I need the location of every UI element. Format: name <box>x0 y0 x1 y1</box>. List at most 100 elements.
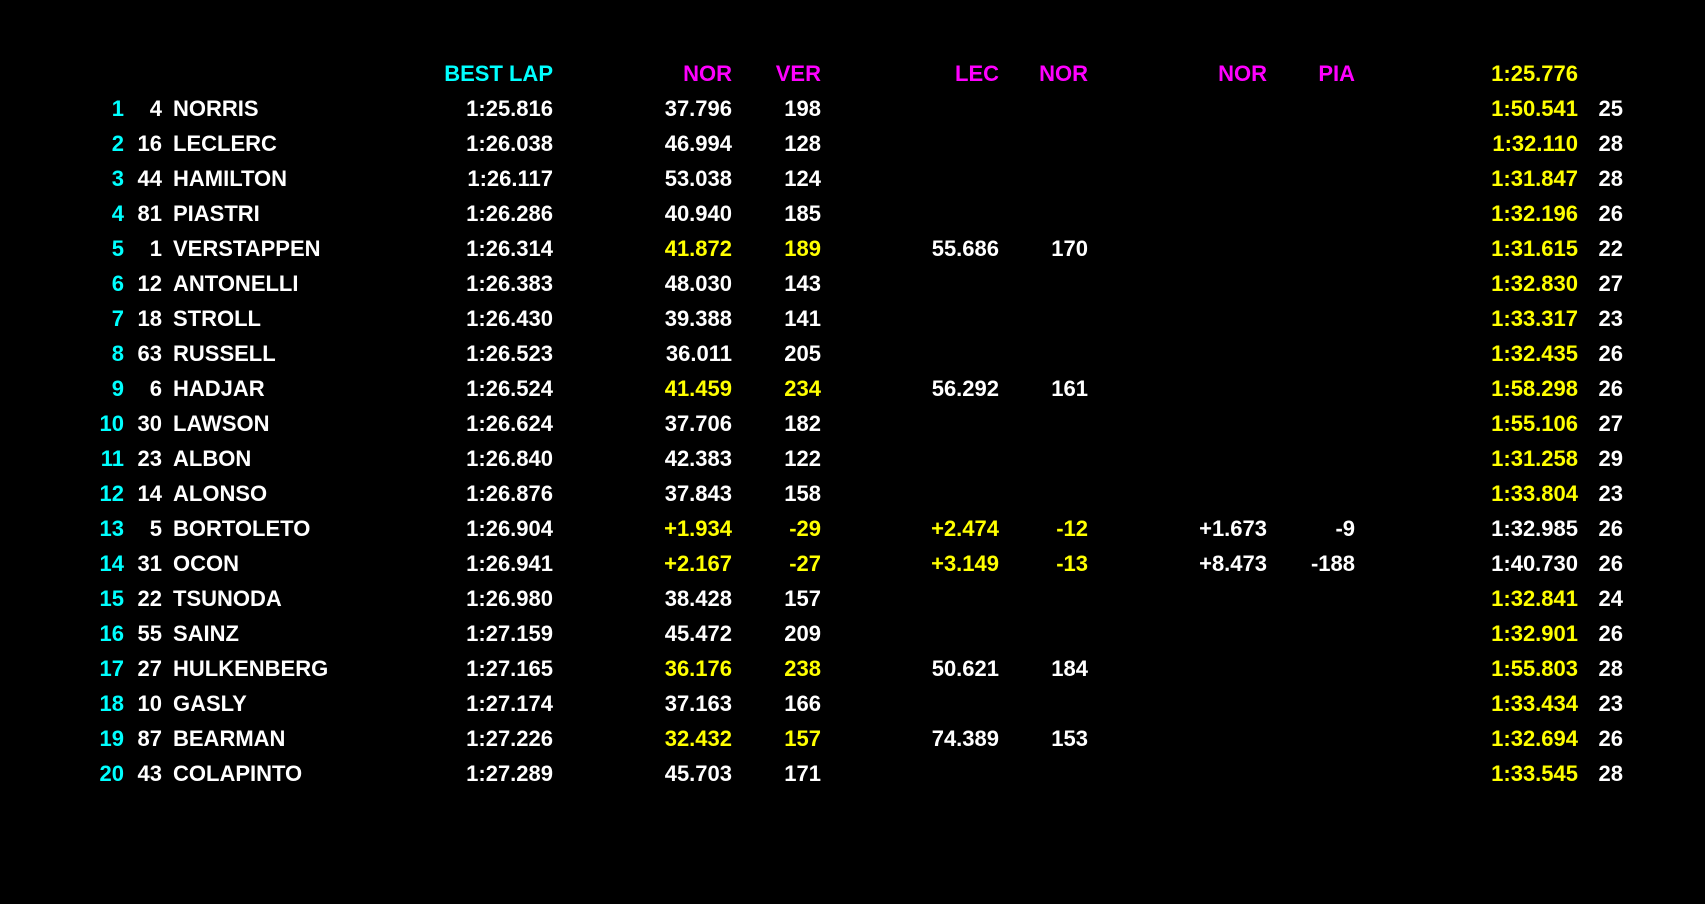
col3-value <box>860 301 999 336</box>
col3-value: +3.149 <box>931 551 999 576</box>
best-lap-time: 1:27.165 <box>466 656 553 681</box>
table-row: 17 27 HULKENBERG 1:27.165 36.176 238 50.621 184… <box>0 651 1705 686</box>
table-row: 11 23 ALBON 1:26.840 42.383 122 1:31.258 29 <box>0 441 1705 476</box>
position: 7 <box>111 306 124 331</box>
col3-value: 74.389 <box>931 726 999 751</box>
best-lap-time: 1:27.159 <box>466 621 553 646</box>
car-number: 81 <box>137 201 162 226</box>
col2-value: 158 <box>784 481 821 506</box>
col3-value <box>860 196 999 231</box>
col2-value: 141 <box>784 306 821 331</box>
col2-value: 189 <box>784 236 821 261</box>
col4-value: -13 <box>1056 551 1088 576</box>
col6-value <box>1280 161 1355 196</box>
col5-value <box>1130 756 1267 791</box>
lap-count: 22 <box>1598 236 1623 261</box>
col3-value <box>860 266 999 301</box>
col1-value: 45.703 <box>664 761 732 786</box>
lap-count: 28 <box>1598 761 1623 786</box>
car-number: 55 <box>137 621 162 646</box>
col1-value: 32.432 <box>664 726 732 751</box>
last-lap-time: 1:33.545 <box>1491 761 1578 786</box>
col1-value: 37.843 <box>664 481 732 506</box>
col3-value: 50.621 <box>931 656 999 681</box>
last-lap-time: 1:33.434 <box>1491 691 1578 716</box>
col2-value: 143 <box>784 271 821 296</box>
lap-count: 27 <box>1598 271 1623 296</box>
best-lap-time: 1:26.430 <box>466 306 553 331</box>
col5-value <box>1130 231 1267 266</box>
car-number: 30 <box>137 411 162 436</box>
car-number: 4 <box>149 96 162 121</box>
col3-value <box>860 336 999 371</box>
lap-count: 26 <box>1598 201 1623 226</box>
car-number: 63 <box>137 341 162 366</box>
col4-value <box>1010 126 1088 161</box>
col1-value: 40.940 <box>664 201 732 226</box>
position: 4 <box>111 201 124 226</box>
position: 8 <box>111 341 124 366</box>
last-lap-time: 1:31.847 <box>1491 166 1578 191</box>
lap-count: 26 <box>1598 621 1623 646</box>
position: 9 <box>111 376 124 401</box>
lap-count: 23 <box>1598 691 1623 716</box>
col4-value: 170 <box>1051 236 1088 261</box>
lap-count: 26 <box>1598 341 1623 366</box>
car-number: 16 <box>137 131 162 156</box>
col1-value: 41.872 <box>664 236 732 261</box>
col5-value <box>1130 161 1267 196</box>
car-number: 14 <box>137 481 162 506</box>
col5-value <box>1130 686 1267 721</box>
col5-value <box>1130 336 1267 371</box>
col3-value <box>860 476 999 511</box>
col4-value <box>1010 441 1088 476</box>
table-row: 9 6 HADJAR 1:26.524 41.459 234 56.292 161 1:58.2… <box>0 371 1705 406</box>
col4-value <box>1010 161 1088 196</box>
col1-value: 36.011 <box>665 341 732 366</box>
table-row: 2 16 LECLERC 1:26.038 46.994 128 1:32.110 28 <box>0 126 1705 161</box>
overall-best-lap: 1:25.776 <box>1491 61 1578 86</box>
lap-count: 23 <box>1598 481 1623 506</box>
last-lap-time: 1:50.541 <box>1491 96 1578 121</box>
col2-value: 128 <box>784 131 821 156</box>
last-lap-time: 1:32.841 <box>1491 586 1578 611</box>
last-lap-time: 1:32.830 <box>1491 271 1578 296</box>
col3-value <box>860 756 999 791</box>
best-lap-time: 1:26.286 <box>466 201 553 226</box>
lap-count: 28 <box>1598 131 1623 156</box>
col1-value: 48.030 <box>664 271 732 296</box>
car-number: 87 <box>137 726 162 751</box>
position: 6 <box>111 271 124 296</box>
col3-value <box>860 126 999 161</box>
best-lap-time: 1:25.816 <box>466 96 553 121</box>
car-number: 31 <box>137 551 162 576</box>
lap-count: 28 <box>1598 656 1623 681</box>
car-number: 18 <box>137 306 162 331</box>
col5-value <box>1130 91 1267 126</box>
table-row: 5 1 VERSTAPPEN 1:26.314 41.872 189 55.686 170 1:… <box>0 231 1705 266</box>
col5-value <box>1130 371 1267 406</box>
col2-value: 205 <box>784 341 821 366</box>
col2-value: 122 <box>784 446 821 471</box>
col6-value: -188 <box>1310 551 1355 576</box>
car-number: 23 <box>137 446 162 471</box>
lap-count: 24 <box>1598 586 1623 611</box>
col2-value: 124 <box>784 166 821 191</box>
table-row: 6 12 ANTONELLI 1:26.383 48.030 143 1:32.830 27 <box>0 266 1705 301</box>
car-number: 10 <box>137 691 162 716</box>
car-number: 44 <box>137 166 162 191</box>
col2-value: -29 <box>789 516 821 541</box>
col3-value: +2.474 <box>931 516 999 541</box>
position: 18 <box>99 691 124 716</box>
col6-value <box>1280 301 1355 336</box>
col1-header: NOR <box>683 61 732 86</box>
position: 15 <box>99 586 124 611</box>
col6-value <box>1280 266 1355 301</box>
col4-value <box>1010 301 1088 336</box>
col3-value: 56.292 <box>931 376 999 401</box>
col5-value <box>1130 441 1267 476</box>
col3-value <box>860 616 999 651</box>
table-row: 3 44 HAMILTON 1:26.117 53.038 124 1:31.847 28 <box>0 161 1705 196</box>
best-lap-time: 1:26.523 <box>466 341 553 366</box>
col6-value <box>1280 651 1355 686</box>
